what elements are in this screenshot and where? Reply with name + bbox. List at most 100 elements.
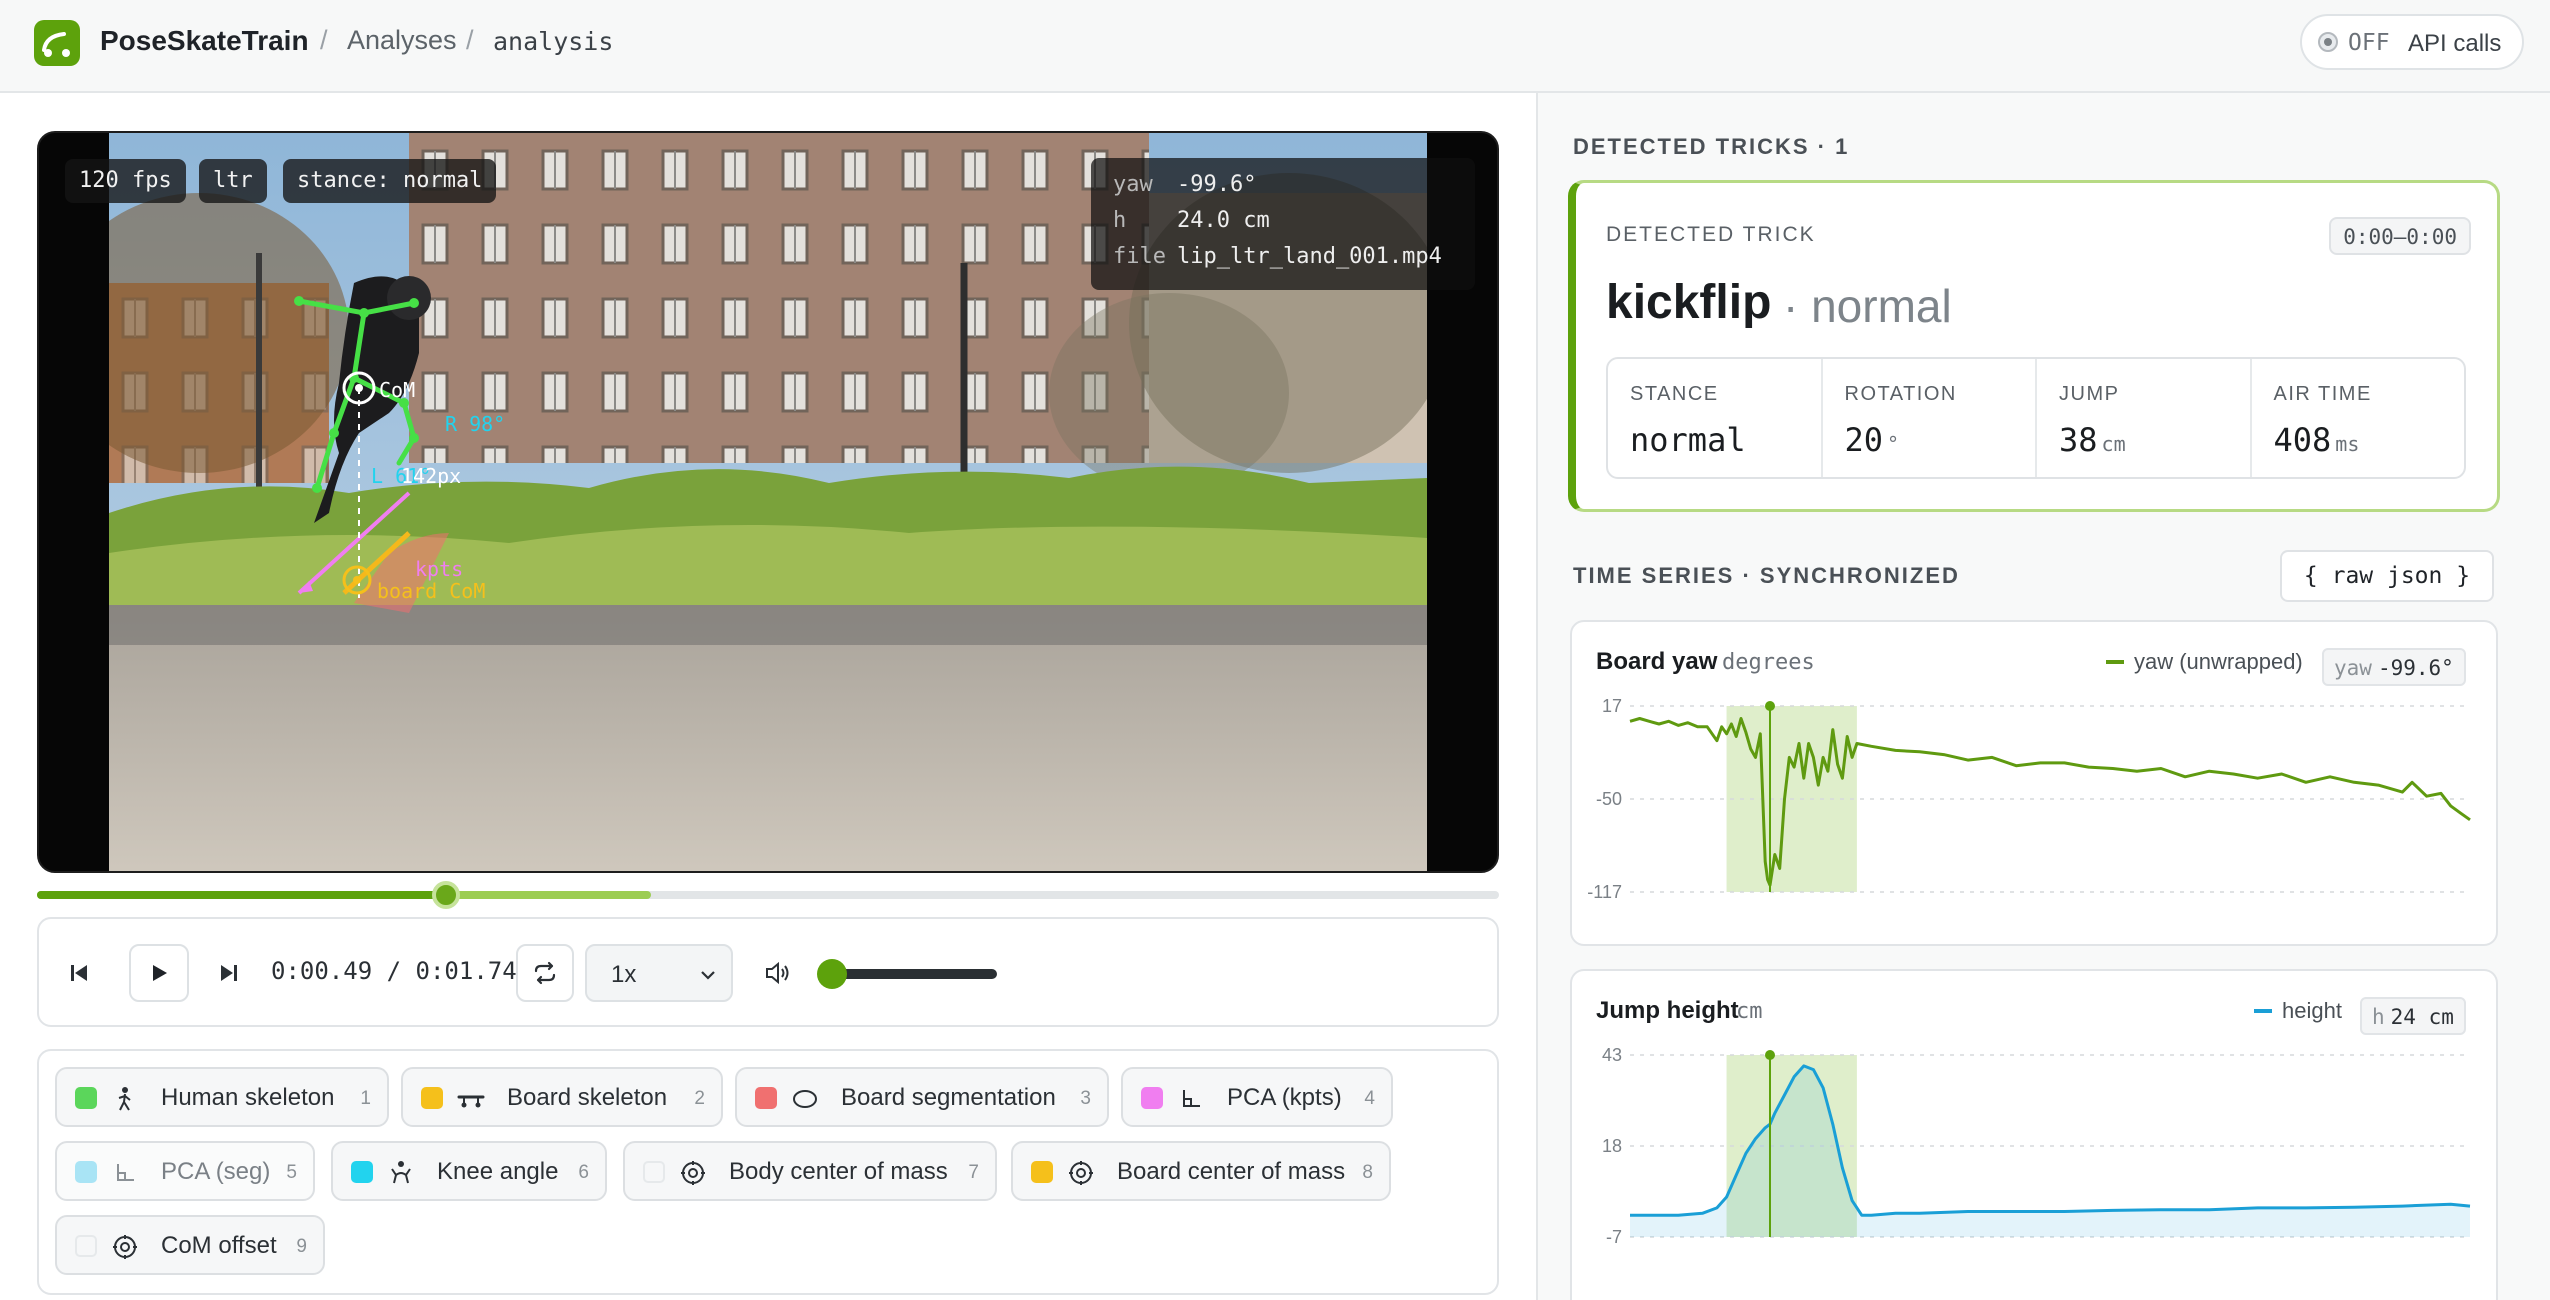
layer-color-swatch [1031,1161,1053,1183]
layer-toggle-board-center-of-mass[interactable]: Board center of mass 8 [1011,1141,1391,1201]
loop-button[interactable] [516,944,574,1002]
info-row-file: file lip_ltr_land_001.mp4 [1113,244,1442,269]
time-separator: / [386,957,402,985]
layer-color-swatch [643,1161,665,1183]
layer-toggle-board-skeleton[interactable]: Board skeleton 2 [401,1067,723,1127]
target-icon [681,1161,705,1185]
layer-shortcut: 9 [296,1236,307,1257]
stat-jump: JUMP 38 cm [2037,359,2252,477]
trick-card-label: DETECTED TRICK [1606,223,1816,246]
layer-toggle-knee-angle[interactable]: Knee angle 6 [331,1141,607,1201]
y-tick-label: 18 [1602,1136,1622,1156]
stat-rotation: ROTATION 20 ° [1823,359,2037,477]
app-logo-icon[interactable] [34,20,80,66]
chevron-down-icon [701,971,715,980]
layer-shortcut: 5 [286,1162,297,1183]
target-icon [1069,1161,1093,1185]
stance-chip: stance: normal [283,159,497,203]
jump-height-chart: Jump height cm height h 24 cm 43 18 -7 [1570,969,2498,1300]
layer-toggle-pca-seg[interactable]: PCA (seg) 5 [55,1141,315,1201]
layer-name: CoM offset [161,1232,277,1259]
breadcrumb-analyses[interactable]: Analyses [347,25,457,56]
right-knee-angle-label: R 98° [445,412,505,436]
knee-icon [391,1161,411,1184]
raw-json-button[interactable]: { raw json } [2280,550,2494,602]
playback-speed-select[interactable]: 1x [585,944,733,1002]
duration: 0:01.74 [415,957,517,985]
detected-trick-card[interactable]: DETECTED TRICK 0:00–0:00 kickflip · norm… [1568,180,2500,512]
layer-name: Board segmentation [841,1084,1056,1111]
stat-stance: STANCE normal [1608,359,1823,477]
layer-toggle-com-offset[interactable]: CoM offset 9 [55,1215,325,1275]
top-bar: PoseSkateTrain / Analyses / analysis OFF… [0,0,2550,93]
breadcrumb-separator: / [466,25,474,55]
player-controls: 0:00.49 / 0:01.74 1x [37,917,1499,1027]
current-time: 0:00.49 [271,957,373,985]
layer-color-swatch [421,1087,443,1109]
axes-icon [1183,1090,1200,1107]
volume-slider-thumb[interactable] [817,959,847,989]
api-label: API calls [2408,30,2502,57]
pca-kpts-label: kpts [415,557,463,581]
y-tick-label: 17 [1602,696,1622,716]
volume-icon[interactable] [755,944,799,1002]
app-name[interactable]: PoseSkateTrain [100,25,309,57]
layer-name: Board skeleton [507,1084,668,1111]
skip-back-icon[interactable] [59,944,99,1002]
video-frame[interactable]: CoM R 98° L 61° 142px kpts board CoM 120… [37,131,1499,873]
volume-slider[interactable] [821,969,997,979]
y-tick-label: 43 [1602,1045,1622,1065]
skip-forward-icon[interactable] [209,944,249,1002]
trick-time-range: 0:00–0:00 [2329,217,2471,255]
api-calls-toggle[interactable]: OFF API calls [2300,14,2524,70]
skateboard-icon [457,1095,485,1108]
layer-color-swatch [75,1161,97,1183]
direction-chip: ltr [199,159,267,203]
com-label: CoM [379,378,415,402]
y-tick-label: -7 [1606,1227,1622,1247]
layer-shortcut: 2 [694,1088,705,1109]
stat-air-time: AIR TIME 408 ms [2273,383,2372,459]
layer-toggle-body-center-of-mass[interactable]: Body center of mass 7 [623,1141,997,1201]
y-tick-label: -117 [1587,882,1622,902]
overlay-layers-panel: Human skeleton 1 Board skeleton 2 Board … [37,1049,1499,1295]
api-state: OFF [2348,30,2390,56]
time-readout: 0:00.49 / 0:01.74 [271,957,517,985]
layer-name: Body center of mass [729,1158,948,1185]
board-com-label: board CoM [377,579,485,603]
timeline-played [37,891,447,899]
layer-name: PCA (seg) [161,1158,271,1185]
layer-shortcut: 4 [1364,1088,1375,1109]
board-yaw-chart: Board yaw degrees yaw (unwrapped) yaw -99… [1570,620,2498,946]
ellipse-icon [793,1090,817,1108]
person-icon [118,1087,131,1111]
layer-shortcut: 7 [968,1162,979,1183]
detected-tricks-heading: DETECTED TRICKS · 1 [1573,134,1850,159]
layer-name: Human skeleton [161,1084,335,1111]
layer-name: PCA (kpts) [1227,1084,1342,1111]
play-button[interactable] [129,944,189,1002]
layer-shortcut: 3 [1080,1088,1091,1109]
play-icon [153,965,167,981]
y-tick-label: -50 [1596,789,1622,809]
layer-toggle-board-segmentation[interactable]: Board segmentation 3 [735,1067,1109,1127]
target-icon [113,1235,137,1259]
fps-chip: 120 fps [65,159,186,203]
com-offset-label: 142px [401,464,461,488]
layer-shortcut: 1 [360,1088,371,1109]
height-plot[interactable]: 43 18 -7 [1572,971,2500,1300]
yaw-plot[interactable]: 17 -50 -117 [1572,622,2500,948]
layer-toggle-human-skeleton[interactable]: Human skeleton 1 [55,1067,389,1127]
axes-icon [117,1164,134,1181]
video-timeline[interactable] [37,881,1499,909]
layer-shortcut: 6 [578,1162,589,1183]
toggle-indicator-icon [2318,32,2338,52]
speed-value: 1x [611,961,637,988]
layer-name: Board center of mass [1117,1158,1346,1185]
info-row-yaw: yaw -99.6° [1113,172,1257,197]
layer-shortcut: 8 [1362,1162,1373,1183]
layer-name: Knee angle [437,1158,559,1185]
layer-color-swatch [755,1087,777,1109]
layer-color-swatch [75,1235,97,1257]
layer-toggle-pca-kpts[interactable]: PCA (kpts) 4 [1121,1067,1393,1127]
